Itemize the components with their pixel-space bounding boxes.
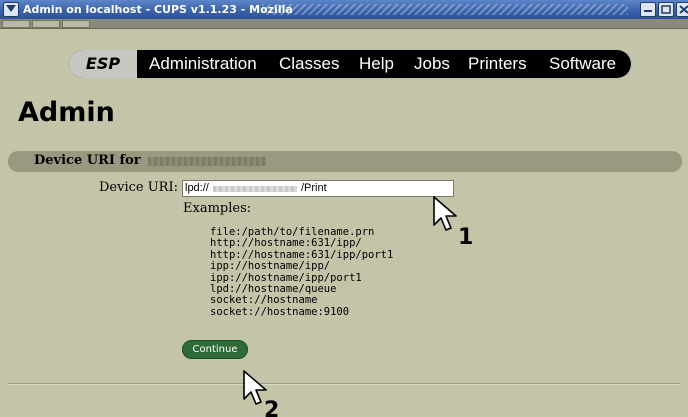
step-2-number: 2 xyxy=(264,398,279,417)
toolbar-grippy[interactable] xyxy=(32,20,60,28)
nav-printers[interactable]: Printers xyxy=(468,50,527,78)
nav-administration[interactable]: Administration xyxy=(149,50,257,78)
chevron-down-icon xyxy=(6,5,16,12)
continue-button[interactable]: Continue xyxy=(182,340,248,359)
nav-bar: ESP Administration Classes Help Jobs Pri… xyxy=(69,50,631,78)
examples-label: Examples: xyxy=(183,201,252,216)
maximize-icon xyxy=(661,5,671,14)
step-1-number: 1 xyxy=(458,225,473,246)
window-title: Admin on localhost - CUPS v1.1.23 - Mozi… xyxy=(23,3,293,16)
cursor-step-1: 1 xyxy=(433,196,473,246)
nav-classes[interactable]: Classes xyxy=(279,50,339,78)
minimize-button[interactable] xyxy=(640,2,656,17)
section-header: Device URI for xyxy=(8,151,682,172)
redacted-printer-name xyxy=(148,157,266,166)
close-button[interactable] xyxy=(676,2,688,17)
page-content: ESP Administration Classes Help Jobs Pri… xyxy=(0,29,688,417)
nav-jobs[interactable]: Jobs xyxy=(414,50,450,78)
toolbar-grippy[interactable] xyxy=(2,20,30,28)
redacted-host xyxy=(213,186,297,192)
pointer-icon xyxy=(243,370,267,405)
example-item: ipp://hostname/ipp/ xyxy=(210,260,331,273)
device-uri-prefix: lpd:// xyxy=(185,182,209,194)
cursor-step-2: 2 xyxy=(243,370,279,417)
minimize-icon xyxy=(644,10,652,12)
divider xyxy=(8,383,680,385)
device-uri-suffix: /Print xyxy=(301,182,327,194)
close-icon xyxy=(679,5,688,14)
example-item: socket://hostname:9100 xyxy=(210,305,350,318)
device-uri-input[interactable]: lpd:// /Print xyxy=(182,180,454,197)
window-titlebar: Admin on localhost - CUPS v1.1.23 - Mozi… xyxy=(0,0,688,19)
esp-logo-link[interactable]: ESP xyxy=(69,50,137,78)
pointer-icon xyxy=(433,196,457,231)
page-title: Admin xyxy=(18,97,115,128)
nav-help[interactable]: Help xyxy=(359,50,394,78)
browser-toolbar-strip xyxy=(0,19,688,29)
toolbar-grippy[interactable] xyxy=(62,20,90,28)
titlebar-decoration xyxy=(262,4,628,15)
maximize-button[interactable] xyxy=(658,2,674,17)
nav-software[interactable]: Software xyxy=(549,50,616,78)
section-title: Device URI for xyxy=(34,153,141,168)
device-uri-label: Device URI: xyxy=(99,180,178,195)
examples-list: file:/path/to/filename.prn http://hostna… xyxy=(210,226,393,318)
window-menu-button[interactable] xyxy=(3,2,19,17)
